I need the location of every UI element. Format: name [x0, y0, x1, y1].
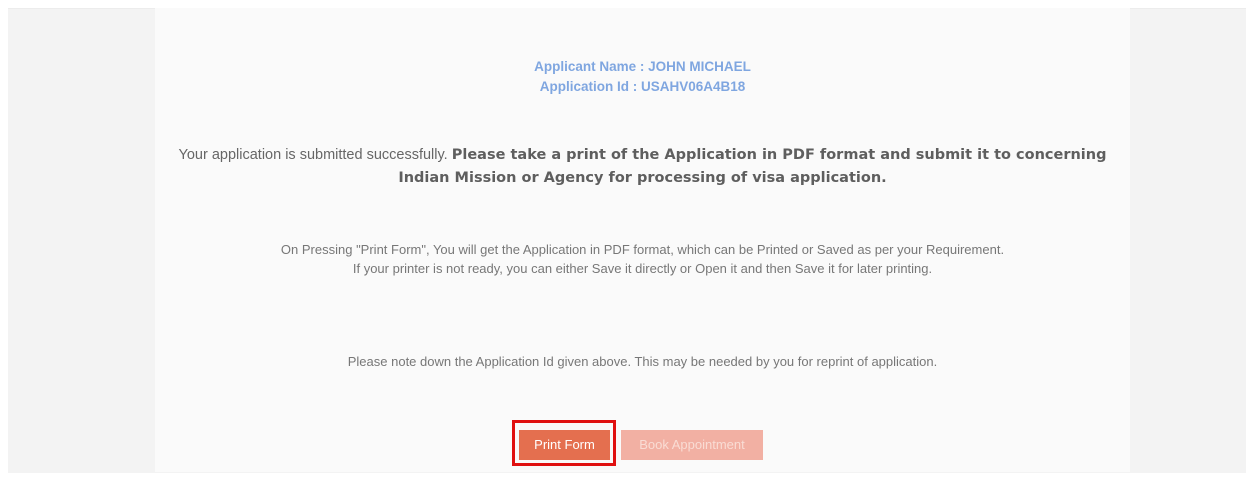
applicant-name: Applicant Name : JOHN MICHAEL	[534, 59, 751, 74]
instruction-line-printer: If your printer is not ready, you can ei…	[352, 261, 933, 276]
instruction-line-pdf: On Pressing "Print Form", You will get t…	[280, 242, 1005, 257]
application-id-note: Please note down the Application Id give…	[347, 354, 938, 369]
print-form-instructions: On Pressing "Print Form", You will get t…	[195, 240, 1090, 278]
print-form-button[interactable]: Print Form	[519, 430, 610, 460]
book-appointment-button[interactable]: Book Appointment	[621, 430, 763, 460]
success-message: Your application is submitted successful…	[165, 144, 1120, 190]
applicant-info: Applicant Name : JOHN MICHAEL Applicatio…	[155, 57, 1130, 97]
application-id: Application Id : USAHV06A4B18	[539, 79, 746, 94]
submission-confirmation-panel: Applicant Name : JOHN MICHAEL Applicatio…	[155, 8, 1130, 472]
success-lead: Your application is submitted successful…	[178, 147, 448, 163]
print-instruction-emphasis: Please take a print of the Application i…	[398, 147, 1107, 186]
